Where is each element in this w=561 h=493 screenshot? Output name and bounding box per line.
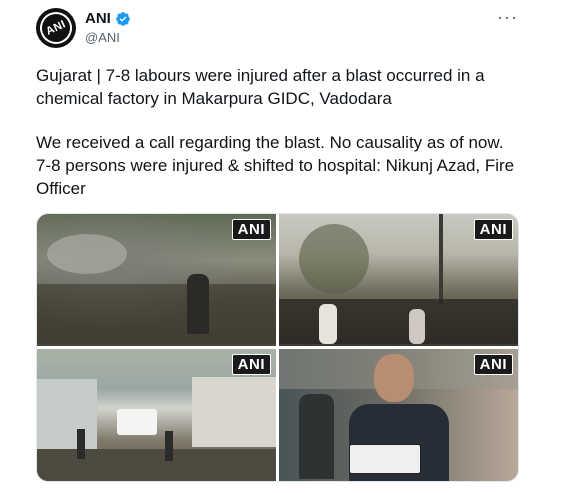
more-options-icon[interactable]: ··· xyxy=(497,8,518,26)
photo-factory-gate-ambulance[interactable]: ANI xyxy=(37,349,276,481)
photo-4-watermark: ANI xyxy=(473,354,513,375)
photo-2-watermark: ANI xyxy=(473,219,513,240)
author-name-row[interactable]: ANI xyxy=(85,10,131,27)
avatar[interactable]: ANI xyxy=(36,8,76,48)
media-grid: ANI ANI ANI ANI xyxy=(36,213,519,482)
tweet-text-paragraph-2: We received a call regarding the blast. … xyxy=(36,133,515,198)
tweet-text-paragraph-1: Gujarat | 7-8 labours were injured after… xyxy=(36,66,485,108)
photo-blast-site-smoke[interactable]: ANI xyxy=(37,214,276,346)
author-display-name[interactable]: ANI xyxy=(85,10,111,27)
ani-logo: ANI xyxy=(36,8,76,48)
photo-3-watermark: ANI xyxy=(231,354,271,375)
photo-1-watermark: ANI xyxy=(231,219,271,240)
verified-badge-icon xyxy=(115,11,131,27)
avatar-logo-text: ANI xyxy=(44,18,68,38)
photo-crowd-at-factory[interactable]: ANI xyxy=(279,214,518,346)
tweet-card[interactable]: ANI ANI @ANI ··· Gujarat | 7-8 labours w… xyxy=(20,0,530,493)
photo-fire-officer-interview[interactable]: ANI xyxy=(279,349,518,481)
author-handle[interactable]: @ANI xyxy=(85,30,120,45)
